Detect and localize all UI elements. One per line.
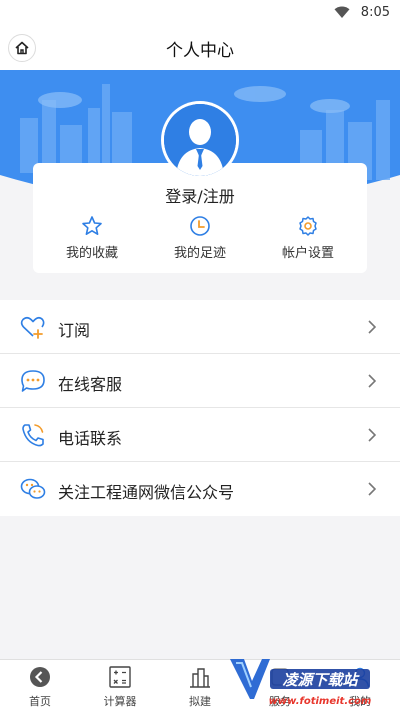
wechat-icon — [20, 478, 46, 499]
wifi-icon — [334, 6, 350, 18]
menu-item-wechat[interactable]: 关注工程通网微信公众号 — [0, 462, 400, 516]
tab-home[interactable]: 首页 — [0, 660, 80, 710]
menu-item-online-service[interactable]: 在线客服 — [0, 354, 400, 408]
login-register-link[interactable]: 登录/注册 — [33, 183, 367, 207]
watermark-logo: 凌源下载站 www.fotimeit.com — [228, 655, 376, 710]
clock-icon — [190, 216, 210, 236]
profile-card: 登录/注册 我的收藏 我的足迹 帐户设置 — [33, 163, 367, 273]
chevron-right-icon — [368, 320, 376, 334]
quick-link-history[interactable]: 我的足迹 — [155, 215, 245, 261]
menu-item-label: 电话联系 — [58, 429, 123, 448]
avatar[interactable] — [161, 101, 239, 179]
gear-icon — [299, 216, 317, 236]
tab-calculator[interactable]: 计算器 — [80, 660, 160, 710]
chat-bubble-icon — [21, 370, 45, 392]
status-bar: 8:05 — [0, 0, 400, 26]
phone-icon — [22, 424, 44, 447]
star-icon — [82, 216, 102, 235]
menu-item-label: 关注工程通网微信公众号 — [58, 483, 235, 502]
calculator-icon — [109, 666, 131, 688]
chevron-right-icon — [368, 374, 376, 388]
menu-item-label: 在线客服 — [58, 375, 123, 394]
tab-label: 首页 — [29, 695, 51, 708]
status-time: 8:05 — [360, 5, 390, 20]
heart-plus-icon — [20, 316, 45, 339]
quick-link-favorites[interactable]: 我的收藏 — [47, 215, 137, 261]
menu-item-label: 订阅 — [58, 321, 91, 340]
menu-item-subscribe[interactable]: 订阅 — [0, 300, 400, 354]
quick-link-label: 帐户设置 — [281, 246, 334, 261]
watermark-title: 凌源下载站 — [282, 671, 360, 689]
quick-link-label: 我的足迹 — [173, 246, 226, 261]
title-bar: 个人中心 — [0, 26, 400, 70]
page-title: 个人中心 — [166, 41, 234, 61]
tab-label: 计算器 — [103, 695, 137, 708]
tab-label: 拟建 — [189, 695, 211, 708]
quick-link-label: 我的收藏 — [65, 246, 118, 261]
quick-links: 我的收藏 我的足迹 帐户设置 — [33, 215, 367, 261]
chevron-right-icon — [368, 428, 376, 442]
quick-link-settings[interactable]: 帐户设置 — [263, 215, 353, 261]
building-icon — [190, 668, 210, 688]
back-arrow-icon — [30, 667, 50, 687]
menu-item-phone[interactable]: 电话联系 — [0, 408, 400, 462]
chevron-right-icon — [368, 482, 376, 496]
watermark-url: www.fotimeit.com — [269, 696, 372, 707]
menu-list: 订阅 在线客服 电话联系 关注工程通网微信公众号 — [0, 300, 400, 516]
user-avatar-icon — [164, 104, 236, 176]
